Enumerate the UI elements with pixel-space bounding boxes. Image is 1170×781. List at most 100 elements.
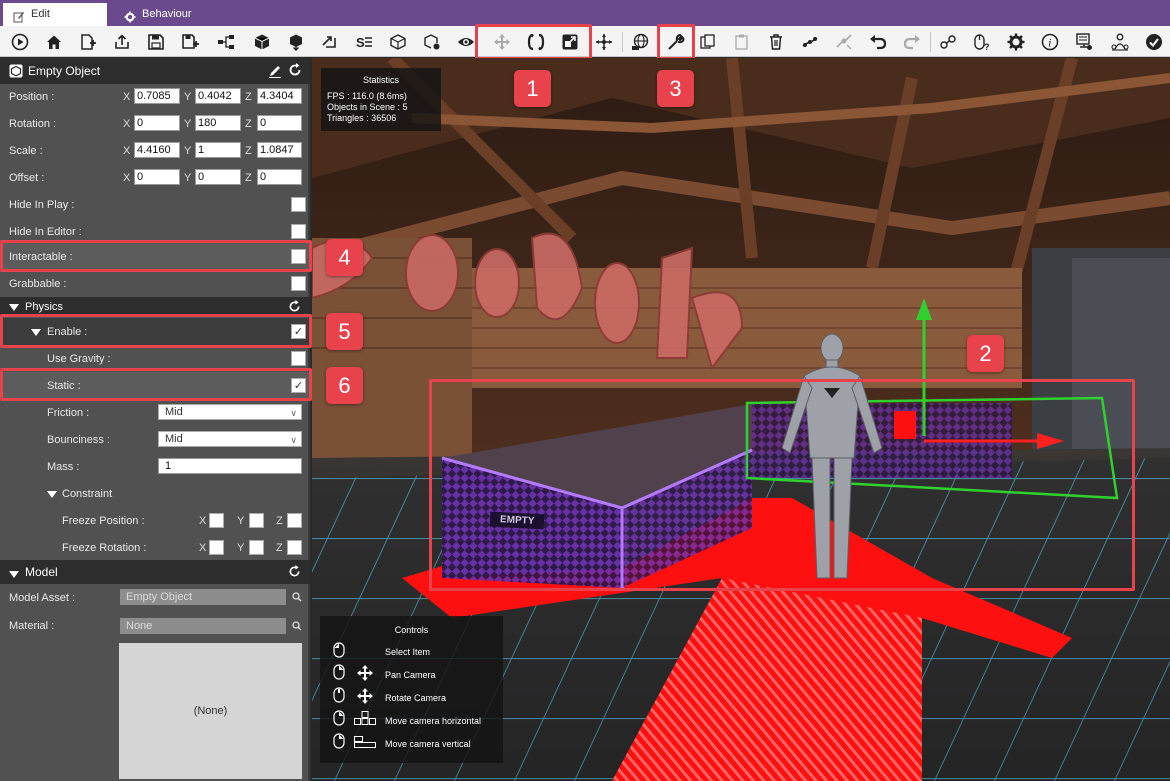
freeze-rotation-y-checkbox[interactable]: [249, 540, 264, 555]
position-y-field[interactable]: 0.4042: [195, 88, 241, 104]
position-x-field[interactable]: 0.7085: [134, 88, 180, 104]
save-icon[interactable]: [144, 30, 168, 54]
home-icon[interactable]: [42, 30, 66, 54]
search-icon[interactable]: [292, 621, 302, 634]
undo-icon[interactable]: [866, 30, 890, 54]
gear-icon: [124, 9, 136, 22]
svg-text:S: S: [356, 35, 365, 50]
box-icon[interactable]: [386, 30, 410, 54]
hide-in-editor-checkbox[interactable]: [291, 224, 306, 239]
offset-x-field[interactable]: 0: [134, 169, 180, 185]
axis-x-label: X: [123, 144, 131, 157]
model-asset-field[interactable]: Empty Object: [120, 589, 286, 605]
pivot-icon[interactable]: [592, 30, 616, 54]
interactable-checkbox[interactable]: [291, 249, 306, 264]
offset-z-field[interactable]: 0: [257, 169, 302, 185]
freeze-position-z-checkbox[interactable]: [287, 513, 302, 528]
use-gravity-checkbox[interactable]: [291, 351, 306, 366]
material-row: Material : None: [0, 612, 310, 639]
play-icon[interactable]: [8, 30, 32, 54]
offset-y-field[interactable]: 0: [195, 169, 241, 185]
search-icon[interactable]: [292, 592, 302, 605]
rotate-tool-icon[interactable]: [524, 30, 548, 54]
mass-field[interactable]: 1: [158, 458, 302, 474]
mouse-right-icon: [333, 710, 345, 728]
reset-icon[interactable]: [288, 565, 301, 581]
physics-header[interactable]: Physics: [0, 297, 310, 317]
add-scene-icon[interactable]: [76, 30, 100, 54]
tab-bar: Edit Behaviour: [0, 0, 1170, 26]
reset-icon[interactable]: [288, 300, 301, 316]
material-label: Material :: [9, 619, 55, 632]
grabbable-checkbox[interactable]: [291, 276, 306, 291]
scale-y-field[interactable]: 1: [195, 142, 241, 158]
scale-z-field[interactable]: 1.0847: [257, 142, 302, 158]
link-icon[interactable]: [798, 30, 822, 54]
export-icon[interactable]: [110, 30, 134, 54]
bounciness-select[interactable]: Mid ∨: [158, 431, 302, 447]
edit-icon: [13, 9, 25, 22]
package-download-icon[interactable]: [284, 30, 308, 54]
friction-value: Mid: [165, 406, 183, 418]
tab-behaviour[interactable]: Behaviour: [114, 3, 202, 26]
script-icon[interactable]: S: [352, 30, 376, 54]
settings-icon[interactable]: [1004, 30, 1028, 54]
freeze-position-y-checkbox[interactable]: [249, 513, 264, 528]
model-header[interactable]: Model: [0, 560, 310, 584]
scale-row: Scale : X 4.4160 Y 1 Z 1.0847: [0, 137, 310, 164]
copy-icon[interactable]: [696, 30, 720, 54]
mouse-help-icon[interactable]: ?: [970, 30, 994, 54]
collapse-arrow-icon: [47, 490, 57, 502]
annotation-badge-4: 4: [326, 239, 363, 276]
annotation-badge-2: 2: [967, 335, 1004, 372]
globe-icon[interactable]: [628, 30, 652, 54]
svg-text:?: ?: [984, 42, 990, 51]
position-z-field[interactable]: 4.3404: [257, 88, 302, 104]
hierarchy-icon[interactable]: [214, 30, 238, 54]
unlink-icon[interactable]: [832, 30, 856, 54]
rotation-z-field[interactable]: 0: [257, 115, 302, 131]
grabbable-label: Grabbable :: [9, 277, 67, 290]
reset-icon[interactable]: [288, 63, 302, 80]
friction-select[interactable]: Mid ∨: [158, 404, 302, 420]
scale-x-field[interactable]: 4.4160: [134, 142, 180, 158]
bounciness-label: Bounciness :: [47, 433, 110, 446]
freeze-position-x-checkbox[interactable]: [209, 513, 224, 528]
network-icon[interactable]: [1108, 30, 1132, 54]
scene-viewport[interactable]: Statistics FPS : 116.0 (8.6ms) Objects i…: [312, 58, 1170, 781]
rotation-x-field[interactable]: 0: [134, 115, 180, 131]
axis-x-label: X: [123, 171, 131, 184]
rotation-y-field[interactable]: 180: [195, 115, 241, 131]
use-gravity-row: Use Gravity :: [0, 345, 310, 372]
redo-icon[interactable]: [900, 30, 924, 54]
constraint-row[interactable]: Constraint: [0, 480, 310, 507]
import-icon[interactable]: [318, 30, 342, 54]
save-plus-icon[interactable]: [178, 30, 202, 54]
wrench-icon[interactable]: [664, 30, 688, 54]
collapse-arrow-icon[interactable]: [31, 328, 41, 340]
scale-tool-icon[interactable]: [558, 30, 582, 54]
delete-icon[interactable]: [764, 30, 788, 54]
monitor-icon[interactable]: [1072, 30, 1096, 54]
freeze-rotation-x-checkbox[interactable]: [209, 540, 224, 555]
share-icon[interactable]: [936, 30, 960, 54]
freeze-rotation-z-checkbox[interactable]: [287, 540, 302, 555]
static-checkbox[interactable]: ✓: [291, 378, 306, 393]
static-row: Static : ✓: [0, 372, 310, 399]
hide-in-play-row: Hide In Play :: [0, 191, 310, 218]
edit-pencil-icon[interactable]: [268, 64, 282, 81]
paste-icon[interactable]: [730, 30, 754, 54]
account-icon[interactable]: [1142, 30, 1166, 54]
eye-icon[interactable]: [454, 30, 478, 54]
axis-z-label: Z: [245, 90, 252, 103]
tab-edit[interactable]: Edit: [3, 3, 107, 26]
material-field[interactable]: None: [120, 618, 286, 634]
control-select: Select Item: [385, 647, 431, 657]
box-settings-icon[interactable]: [420, 30, 444, 54]
axis-y-label: Y: [237, 541, 245, 554]
package-icon[interactable]: [250, 30, 274, 54]
info-icon[interactable]: i: [1038, 30, 1062, 54]
hide-in-play-checkbox[interactable]: [291, 197, 306, 212]
move-tool-icon[interactable]: [490, 30, 514, 54]
enable-checkbox[interactable]: ✓: [291, 324, 306, 339]
